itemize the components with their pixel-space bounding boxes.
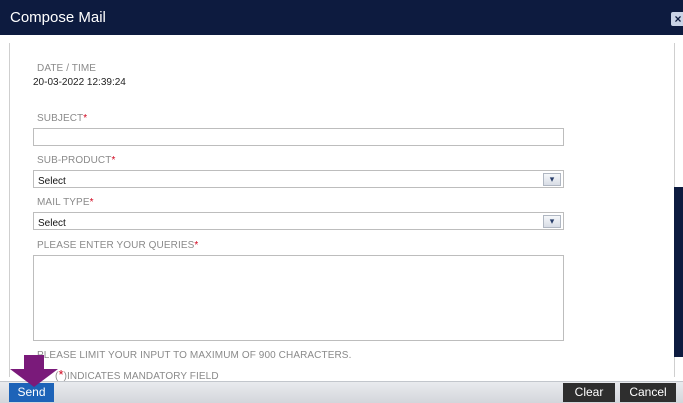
close-icon[interactable]: × (671, 12, 683, 26)
subproduct-label: SUB-PRODUCT* (37, 155, 116, 166)
down-arrow-icon (10, 355, 58, 387)
datetime-label: DATE / TIME (37, 63, 97, 74)
mandatory-note: (*)INDICATES MANDATORY FIELD (55, 367, 219, 382)
vertical-scrollbar[interactable] (674, 187, 683, 357)
subject-label: SUBJECT* (37, 113, 88, 124)
mailtype-label: MAIL TYPE* (37, 197, 94, 208)
queries-textarea[interactable] (33, 255, 564, 341)
clear-button[interactable]: Clear (563, 383, 615, 402)
limit-note: PLEASE LIMIT YOUR INPUT TO MAXIMUM OF 90… (37, 350, 352, 361)
chevron-down-icon[interactable]: ▾ (543, 215, 561, 228)
subproduct-select[interactable]: Select ▾ (33, 170, 564, 188)
subproduct-selected: Select (38, 176, 66, 187)
required-marker: * (111, 155, 116, 166)
datetime-value: 20-03-2022 12:39:24 (33, 77, 126, 88)
cancel-button[interactable]: Cancel (620, 383, 676, 402)
required-marker: * (194, 240, 199, 251)
required-marker: * (89, 197, 94, 208)
chevron-down-icon[interactable]: ▾ (543, 173, 561, 186)
mailtype-select[interactable]: Select ▾ (33, 212, 564, 230)
mailtype-selected: Select (38, 218, 66, 229)
window-title: Compose Mail (10, 9, 106, 26)
compose-mail-titlebar: Compose Mail × (0, 0, 683, 35)
subject-input[interactable] (33, 128, 564, 146)
queries-label: PLEASE ENTER YOUR QUERIES* (37, 240, 199, 251)
required-marker: * (83, 113, 88, 124)
